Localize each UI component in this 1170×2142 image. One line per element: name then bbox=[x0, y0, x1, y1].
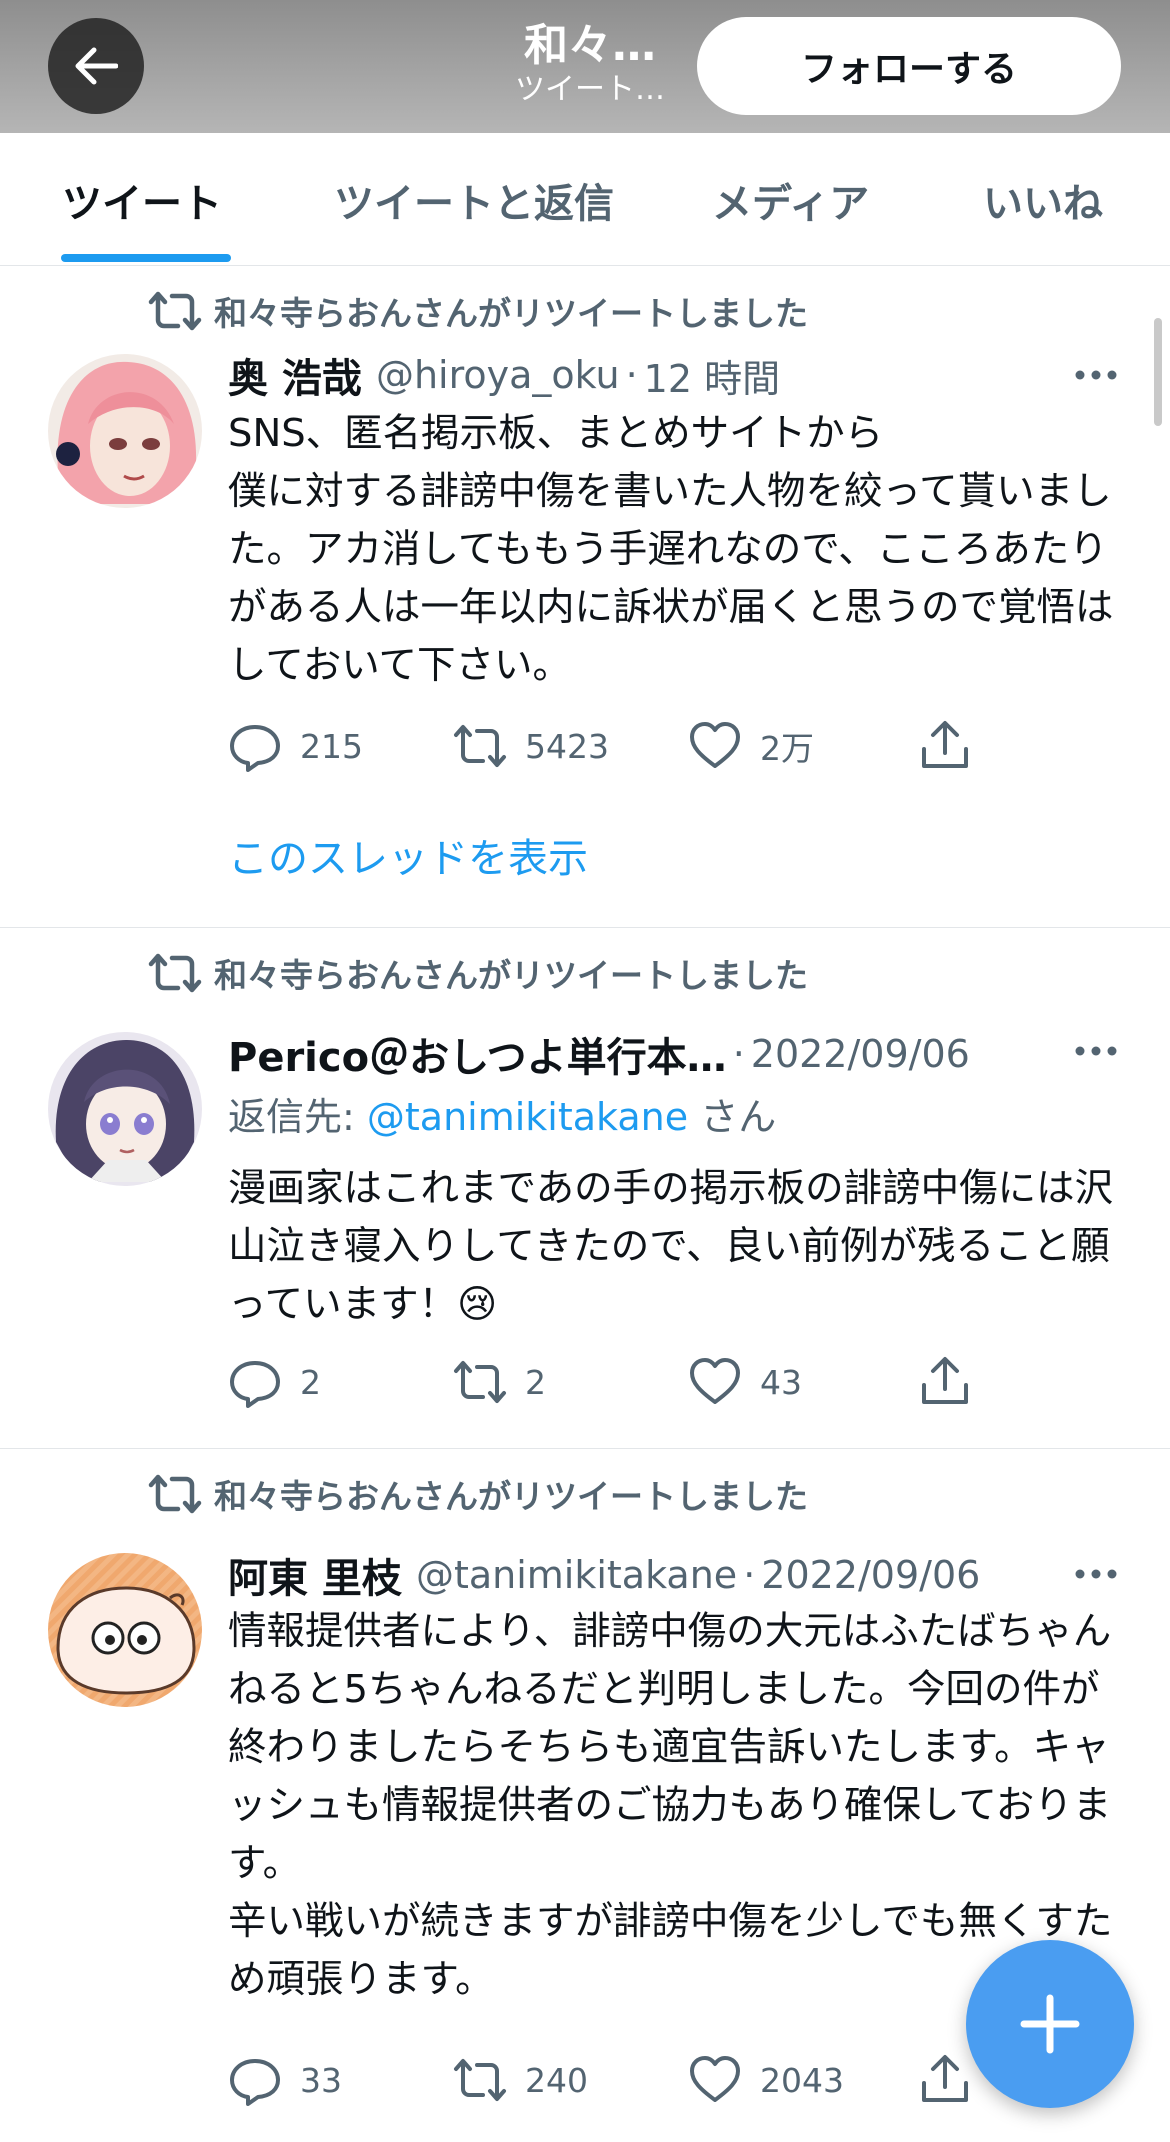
heart-icon bbox=[690, 1358, 740, 1404]
profile-header: 和々… ツイート… フォローする bbox=[0, 0, 1170, 133]
heart-icon bbox=[690, 722, 740, 768]
like-button[interactable]: 2万 bbox=[688, 716, 814, 776]
retweet-button[interactable]: 5423 bbox=[453, 716, 609, 776]
user-handle[interactable]: @tanimikitakane bbox=[416, 1553, 737, 1597]
tweet-text: 漫画家はこれまであの手の掲示板の誹謗中傷には沢山泣き寝入りしてきたので、良い前例… bbox=[228, 1166, 1114, 1327]
separator-dot: · bbox=[743, 1553, 756, 1597]
tab-tweets-and-replies[interactable]: ツイートと返信 bbox=[334, 171, 614, 229]
display-name[interactable]: 奥 浩哉 bbox=[228, 346, 362, 404]
like-button[interactable]: 43 bbox=[688, 1352, 802, 1412]
reply-button[interactable]: 2 bbox=[228, 1352, 321, 1412]
share-button[interactable] bbox=[918, 1352, 972, 1412]
retweet-button[interactable]: 2 bbox=[453, 1352, 546, 1412]
reply-count: 215 bbox=[300, 726, 363, 766]
like-button[interactable]: 2043 bbox=[688, 2050, 844, 2110]
retweet-icon bbox=[454, 725, 506, 767]
header-title: 和々… bbox=[524, 20, 656, 71]
header-subtitle: ツイート… bbox=[515, 72, 665, 107]
reply-to-prefix: 返信先: bbox=[228, 1095, 367, 1139]
retweet-icon bbox=[148, 953, 202, 993]
tweet-header: 阿東 里枝 @tanimikitakane · 2022/09/06 bbox=[228, 1548, 980, 1602]
retweet-notice: 和々寺らおんさんがリツイートしました bbox=[148, 1469, 808, 1519]
avatar[interactable] bbox=[48, 354, 202, 508]
tweet-text: SNS、匿名掲示板、まとめサイトから 僕に対する誹謗中傷を書いた人物を絞って貰い… bbox=[228, 411, 1114, 688]
timestamp[interactable]: 12 時間 bbox=[644, 348, 780, 403]
share-icon bbox=[922, 2055, 968, 2102]
tweet[interactable]: 和々寺らおんさんがリツイートしました Perico＠おしつよ単行本… · 202… bbox=[0, 928, 1170, 1449]
display-name[interactable]: 阿東 里枝 bbox=[228, 1546, 402, 1604]
tweet-actions: 2 2 43 bbox=[228, 1352, 978, 1412]
reply-to: 返信先: @tanimikitakane さん bbox=[228, 1086, 776, 1141]
reply-button[interactable]: 215 bbox=[228, 716, 363, 776]
tab-media[interactable]: メディア bbox=[712, 171, 869, 229]
tweet-actions: 33 240 2043 bbox=[228, 2050, 978, 2110]
reply-to-mention[interactable]: @tanimikitakane bbox=[367, 1095, 688, 1139]
retweet-notice: 和々寺らおんさんがリツイートしました bbox=[148, 286, 808, 336]
avatar[interactable] bbox=[48, 1032, 202, 1186]
show-thread-link[interactable]: このスレッドを表示 bbox=[228, 826, 588, 884]
retweet-count: 5423 bbox=[525, 726, 609, 766]
more-icon[interactable] bbox=[1074, 365, 1118, 385]
more-icon[interactable] bbox=[1074, 1564, 1118, 1584]
compose-tweet-button[interactable] bbox=[966, 1940, 1134, 2108]
retweet-icon bbox=[454, 2059, 506, 2101]
profile-tabs: ツイート ツイートと返信 メディア いいね bbox=[0, 133, 1170, 266]
retweet-notice-text: 和々寺らおんさんがリツイートしました bbox=[214, 956, 808, 995]
avatar[interactable] bbox=[48, 1553, 202, 1707]
like-count: 43 bbox=[760, 1362, 802, 1402]
tweet-header: 奥 浩哉 @hiroya_oku · 12 時間 bbox=[228, 348, 780, 402]
reply-icon bbox=[230, 2059, 280, 2106]
retweet-icon bbox=[148, 1474, 202, 1514]
separator-dot: · bbox=[625, 353, 638, 397]
timestamp[interactable]: 2022/09/06 bbox=[761, 1553, 980, 1597]
retweet-count: 2 bbox=[525, 1362, 546, 1402]
tweet-header: Perico＠おしつよ単行本… · 2022/09/06 bbox=[228, 1027, 970, 1081]
retweet-count: 240 bbox=[525, 2060, 588, 2100]
share-icon bbox=[922, 721, 968, 768]
more-icon[interactable] bbox=[1074, 1041, 1118, 1061]
retweet-icon bbox=[148, 291, 202, 331]
retweet-notice: 和々寺らおんさんがリツイートしました bbox=[148, 948, 808, 998]
timestamp[interactable]: 2022/09/06 bbox=[751, 1032, 970, 1076]
reply-count: 2 bbox=[300, 1362, 321, 1402]
scrollbar[interactable] bbox=[1154, 318, 1162, 426]
tab-tweets[interactable]: ツイート bbox=[62, 171, 222, 229]
retweet-button[interactable]: 240 bbox=[453, 2050, 588, 2110]
reply-icon bbox=[230, 1361, 280, 1408]
active-tab-indicator bbox=[61, 254, 231, 262]
user-handle[interactable]: @hiroya_oku bbox=[376, 353, 620, 397]
tweet-text: 情報提供者により、誹謗中傷の大元はふたばちゃんねると5ちゃんねるだと判明しました… bbox=[228, 1609, 1113, 2002]
separator-dot: · bbox=[732, 1032, 745, 1076]
share-icon bbox=[922, 1357, 968, 1404]
retweet-notice-text: 和々寺らおんさんがリツイートしました bbox=[214, 1477, 808, 1516]
back-button[interactable] bbox=[48, 18, 144, 114]
reply-to-suffix: さん bbox=[688, 1095, 777, 1139]
follow-button[interactable]: フォローする bbox=[697, 17, 1121, 115]
share-button[interactable] bbox=[918, 716, 972, 776]
retweet-notice-text: 和々寺らおんさんがリツイートしました bbox=[214, 294, 808, 333]
reply-button[interactable]: 33 bbox=[228, 2050, 342, 2110]
like-count: 2043 bbox=[760, 2060, 844, 2100]
reply-count: 33 bbox=[300, 2060, 342, 2100]
arrow-left-icon bbox=[75, 47, 118, 85]
plus-icon bbox=[1020, 1994, 1080, 2054]
tweet[interactable]: 和々寺らおんさんがリツイートしました 奥 浩哉 @hiroya_oku · 12… bbox=[0, 266, 1170, 928]
tweet-actions: 215 5423 2万 bbox=[228, 716, 978, 776]
heart-icon bbox=[690, 2056, 740, 2102]
display-name[interactable]: Perico＠おしつよ単行本… bbox=[228, 1025, 727, 1083]
reply-icon bbox=[230, 725, 280, 772]
tab-likes[interactable]: いいね bbox=[983, 171, 1103, 229]
share-button[interactable] bbox=[918, 2050, 972, 2110]
like-count: 2万 bbox=[760, 729, 814, 768]
retweet-icon bbox=[454, 1361, 506, 1403]
